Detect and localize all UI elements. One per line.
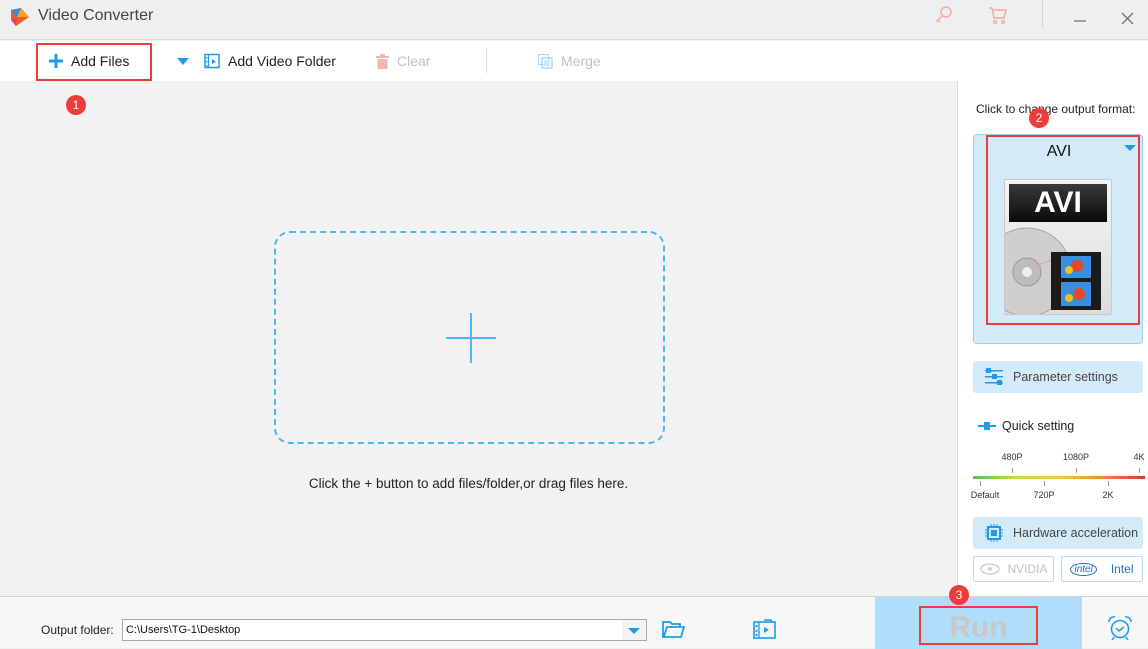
quality-slider[interactable]: 480P 1080P 4K Default 720P 2K: [970, 449, 1145, 519]
add-video-folder-button[interactable]: Add Video Folder: [204, 41, 336, 81]
output-folder-dropdown-icon[interactable]: [622, 620, 646, 640]
alarm-clock-icon[interactable]: [1107, 615, 1133, 641]
nvidia-option[interactable]: NVIDIA: [973, 556, 1054, 582]
nvidia-label: NVIDIA: [1007, 562, 1048, 576]
clear-label: Clear: [397, 53, 431, 69]
step3-badge: 3: [949, 585, 969, 605]
minimize-icon[interactable]: [1069, 4, 1091, 26]
tick-720p: [1044, 481, 1045, 486]
quick-setting-label: Quick setting: [1002, 419, 1075, 433]
add-files-dropzone[interactable]: [274, 231, 665, 444]
output-settings-panel: Click to change output format: 2 AVI AVI: [957, 81, 1148, 596]
chip-icon: [985, 524, 1003, 542]
output-folder-path: C:\Users\TG-1\Desktop: [126, 624, 241, 636]
quick-setting-header: Quick setting: [978, 419, 1074, 433]
title-bar: Video Converter: [0, 0, 1148, 40]
merge-label: Merge: [561, 53, 601, 69]
quality-label-default: Default: [970, 490, 1000, 500]
file-drop-area: 1 Click the + button to add files/folder…: [0, 81, 957, 596]
toolbar-divider: [486, 48, 487, 73]
output-folder-field[interactable]: C:\Users\TG-1\Desktop: [122, 619, 647, 641]
step2-badge: 2: [1029, 108, 1049, 128]
merge-icon: [538, 53, 553, 69]
intel-logo-icon: intel: [1070, 562, 1097, 576]
quality-slider-track[interactable]: [973, 476, 1145, 479]
format-prompt: Click to change output format:: [976, 102, 1136, 116]
quality-label-1080p: 1080P: [1062, 452, 1090, 462]
quality-label-4k: 4K: [1133, 452, 1145, 462]
cart-icon[interactable]: [987, 4, 1009, 26]
add-files-dropdown-icon[interactable]: [177, 58, 189, 65]
step3-highlight: [919, 606, 1038, 645]
merge-button[interactable]: Merge: [538, 41, 601, 81]
open-folder-icon[interactable]: [662, 621, 685, 638]
step2-highlight: [986, 135, 1140, 325]
nvidia-logo-icon: [980, 563, 1001, 575]
tick-default: [980, 481, 981, 486]
close-icon[interactable]: [1117, 8, 1139, 30]
run-button[interactable]: Run: [875, 597, 1082, 649]
titlebar-divider: [1042, 0, 1043, 28]
app-title: Video Converter: [38, 7, 154, 24]
step1-highlight: [36, 43, 152, 81]
video-output-folder-icon[interactable]: [753, 619, 776, 639]
step1-badge: 1: [66, 95, 86, 115]
tick-1080p: [1076, 468, 1077, 473]
clear-button[interactable]: Clear: [376, 41, 430, 81]
large-plus-icon-bar: [446, 337, 496, 339]
quick-setting-icon: [978, 422, 996, 430]
parameter-settings-label: Parameter settings: [1013, 370, 1118, 384]
intel-label: Intel: [1110, 562, 1134, 576]
intel-option[interactable]: intel Intel: [1061, 556, 1143, 582]
parameter-settings-button[interactable]: Parameter settings: [973, 361, 1143, 393]
output-folder-label: Output folder:: [41, 623, 114, 637]
video-folder-icon: [204, 53, 220, 69]
sliders-icon: [985, 368, 1003, 385]
quality-label-480p: 480P: [1001, 452, 1023, 462]
tick-4k: [1139, 468, 1140, 473]
toolbar: Add Files Add Video Folder Clear Merge: [0, 41, 1148, 81]
trash-icon: [376, 53, 389, 69]
quality-label-2k: 2K: [1102, 490, 1114, 500]
add-video-folder-label: Add Video Folder: [228, 53, 336, 69]
hardware-acceleration-button[interactable]: Hardware acceleration: [973, 517, 1143, 549]
tick-480p: [1012, 468, 1013, 473]
bottom-bar: Output folder: C:\Users\TG-1\Desktop Run…: [0, 585, 1148, 649]
hardware-acceleration-label: Hardware acceleration: [1013, 526, 1139, 540]
dropzone-hint: Click the + button to add files/folder,o…: [308, 476, 629, 491]
quality-label-720p: 720P: [1033, 490, 1055, 500]
key-icon[interactable]: [932, 4, 954, 26]
app-logo-icon: [11, 8, 29, 26]
tick-2k: [1108, 481, 1109, 486]
